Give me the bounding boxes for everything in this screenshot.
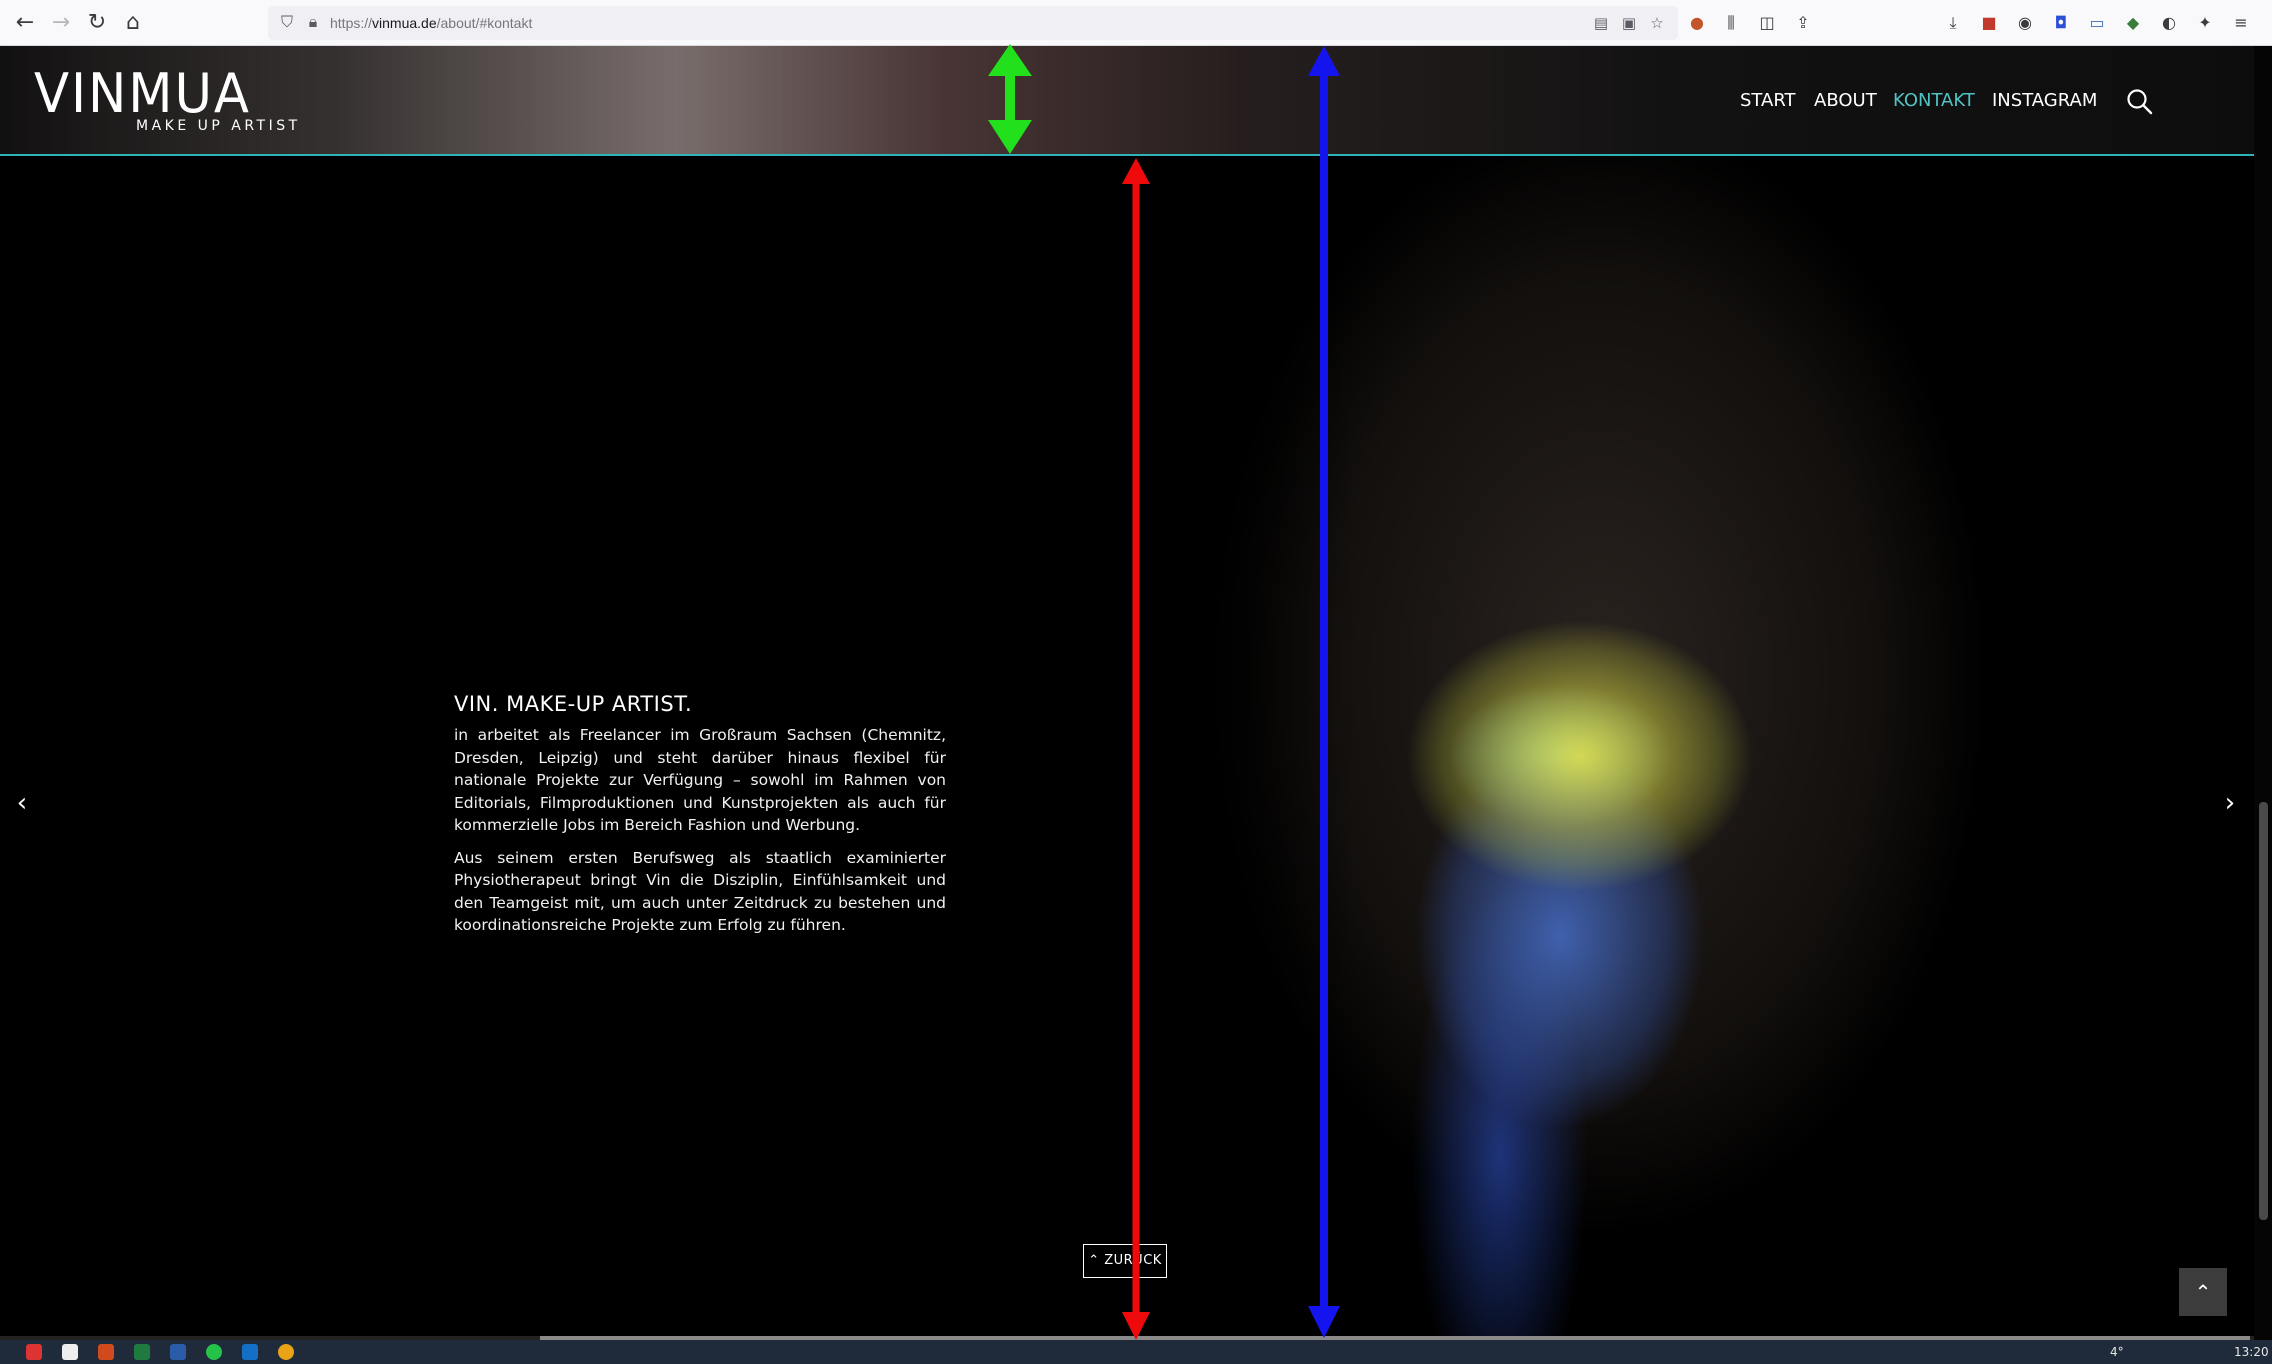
extension-dark-icon[interactable]: ◐ [2158,12,2180,34]
back-button-label: ZURÜCK [1104,1253,1162,1268]
extension-cookie-icon[interactable]: ● [1686,12,1708,34]
search-icon[interactable] [2126,88,2154,116]
extension-mask-icon[interactable]: ◉ [2014,12,2036,34]
app-icon-chrome[interactable] [278,1344,294,1360]
vertical-scrollbar-thumb[interactable] [2259,802,2268,1220]
tray-clock[interactable]: 13:20 [2234,1344,2269,1360]
reader-view-icon[interactable]: ▤ [1590,12,1612,34]
slider-next-icon[interactable]: › [2216,786,2244,820]
extension-blue-icon[interactable]: ◘ [2050,12,2072,34]
slider-prev-icon[interactable]: ‹ [8,786,36,820]
share-icon[interactable]: ⇪ [1792,12,1814,34]
vertical-scrollbar[interactable] [2254,46,2272,1340]
app-icon-outlook[interactable] [242,1344,258,1360]
nav-about[interactable]: ABOUT [1814,90,1877,111]
app-icon-word[interactable] [170,1344,186,1360]
about-content: VIN. MAKE-UP ARTIST. in arbeitet als Fre… [454,692,946,947]
nav-instagram[interactable]: INSTAGRAM [1992,90,2097,111]
site-logo-subtitle: MAKE UP ARTIST [136,118,301,134]
nav-kontakt[interactable]: KONTAKT [1893,90,1975,111]
extension-red-icon[interactable]: ■ [1978,12,2000,34]
forward-icon[interactable]: → [48,10,74,36]
app-icon-powerpoint[interactable] [98,1344,114,1360]
extensions-puzzle-icon[interactable]: ✦ [2194,12,2216,34]
app-icon-red[interactable] [26,1344,42,1360]
app-icon-whatsapp[interactable] [206,1344,222,1360]
os-taskbar: 4° 13:20 [0,1340,2272,1364]
about-paragraph-1: in arbeitet als Freelancer im Großraum S… [454,726,946,834]
page-viewport: VINMUA MAKE UP ARTIST START ABOUT KONTAK… [0,46,2254,1340]
back-button[interactable]: ⌃ ZURÜCK [1083,1244,1167,1278]
sidebar-icon[interactable]: ◫ [1756,12,1778,34]
app-icon-excel[interactable] [134,1344,150,1360]
nav-start[interactable]: START [1740,90,1796,111]
home-icon[interactable]: ⌂ [120,10,146,36]
about-heading: VIN. MAKE-UP ARTIST. [454,692,693,716]
app-icon-mail[interactable] [62,1344,78,1360]
extension-screen-icon[interactable]: ▭ [2086,12,2108,34]
download-icon[interactable]: ⤓ [1942,12,1964,34]
lock-icon[interactable]: 🔒︎ [302,11,324,33]
url-prefix: https:// [330,15,373,31]
url-path: /about/#kontakt [436,15,533,31]
reload-icon[interactable]: ↻ [84,10,110,36]
about-paragraph-2: Aus seinem ersten Berufsweg als staatlic… [454,848,946,935]
back-icon[interactable]: ← [12,10,38,36]
tray-temperature: 4° [2110,1345,2124,1359]
menu-icon[interactable]: ≡ [2230,12,2252,34]
extension-green-icon[interactable]: ◆ [2122,12,2144,34]
site-logo[interactable]: VINMUA [34,62,251,125]
address-bar[interactable]: ⛉ 🔒︎ https://vinmua.de/about/#kontakt ▤ … [268,6,1678,40]
library-icon[interactable]: ⫼ [1720,12,1742,34]
site-header: VINMUA MAKE UP ARTIST START ABOUT KONTAK… [0,46,2254,156]
picture-icon[interactable]: ▣ [1618,12,1640,34]
shield-icon[interactable]: ⛉ [276,11,298,33]
chevron-up-icon: ⌃ [1088,1253,1105,1268]
scroll-to-top-button[interactable]: ⌃ [2179,1268,2227,1316]
browser-toolbar: ← → ↻ ⌂ ⛉ 🔒︎ https://vinmua.de/about/#ko… [0,0,2272,46]
bookmark-star-icon[interactable]: ☆ [1646,12,1668,34]
url-domain: vinmua.de [372,15,437,31]
url-text[interactable]: https://vinmua.de/about/#kontakt [330,6,532,40]
hero-fade [1060,156,1360,1340]
